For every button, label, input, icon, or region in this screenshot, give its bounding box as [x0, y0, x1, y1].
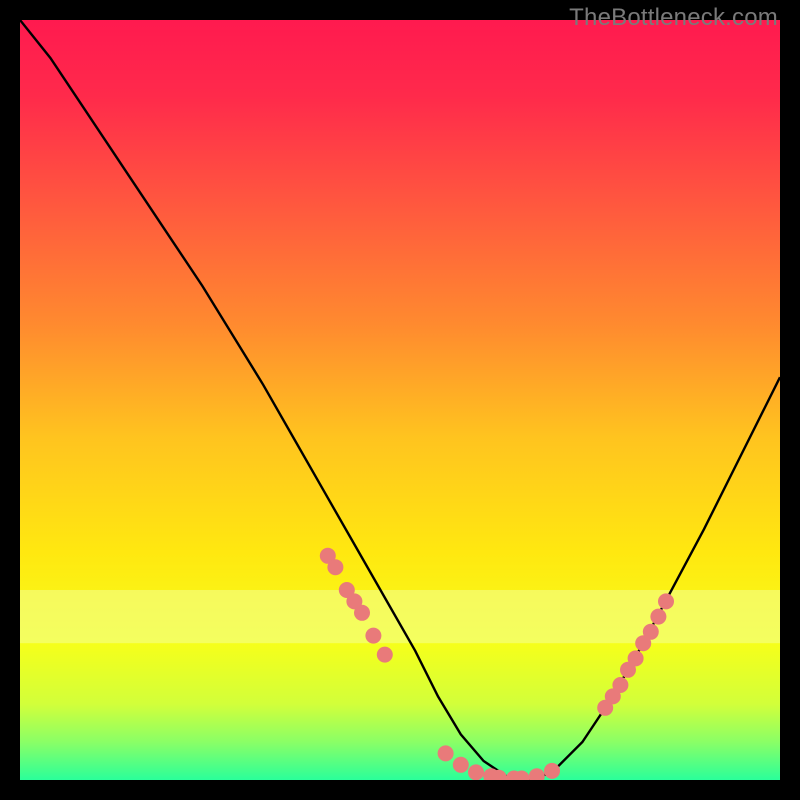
highlight-dot	[354, 605, 370, 621]
highlight-dot	[468, 764, 484, 780]
highlight-dot	[643, 624, 659, 640]
highlight-dot	[650, 609, 666, 625]
chart-svg	[20, 20, 780, 780]
highlight-dot	[658, 593, 674, 609]
highlight-dot	[453, 757, 469, 773]
highlight-dot	[438, 745, 454, 761]
chart-frame	[20, 20, 780, 780]
highlight-dot	[628, 650, 644, 666]
highlight-dot	[327, 559, 343, 575]
highlight-dot	[377, 647, 393, 663]
highlight-dot	[612, 677, 628, 693]
watermark-text: TheBottleneck.com	[569, 4, 778, 32]
gradient-background	[20, 20, 780, 780]
highlight-dot	[365, 628, 381, 644]
highlight-dot	[544, 763, 560, 779]
